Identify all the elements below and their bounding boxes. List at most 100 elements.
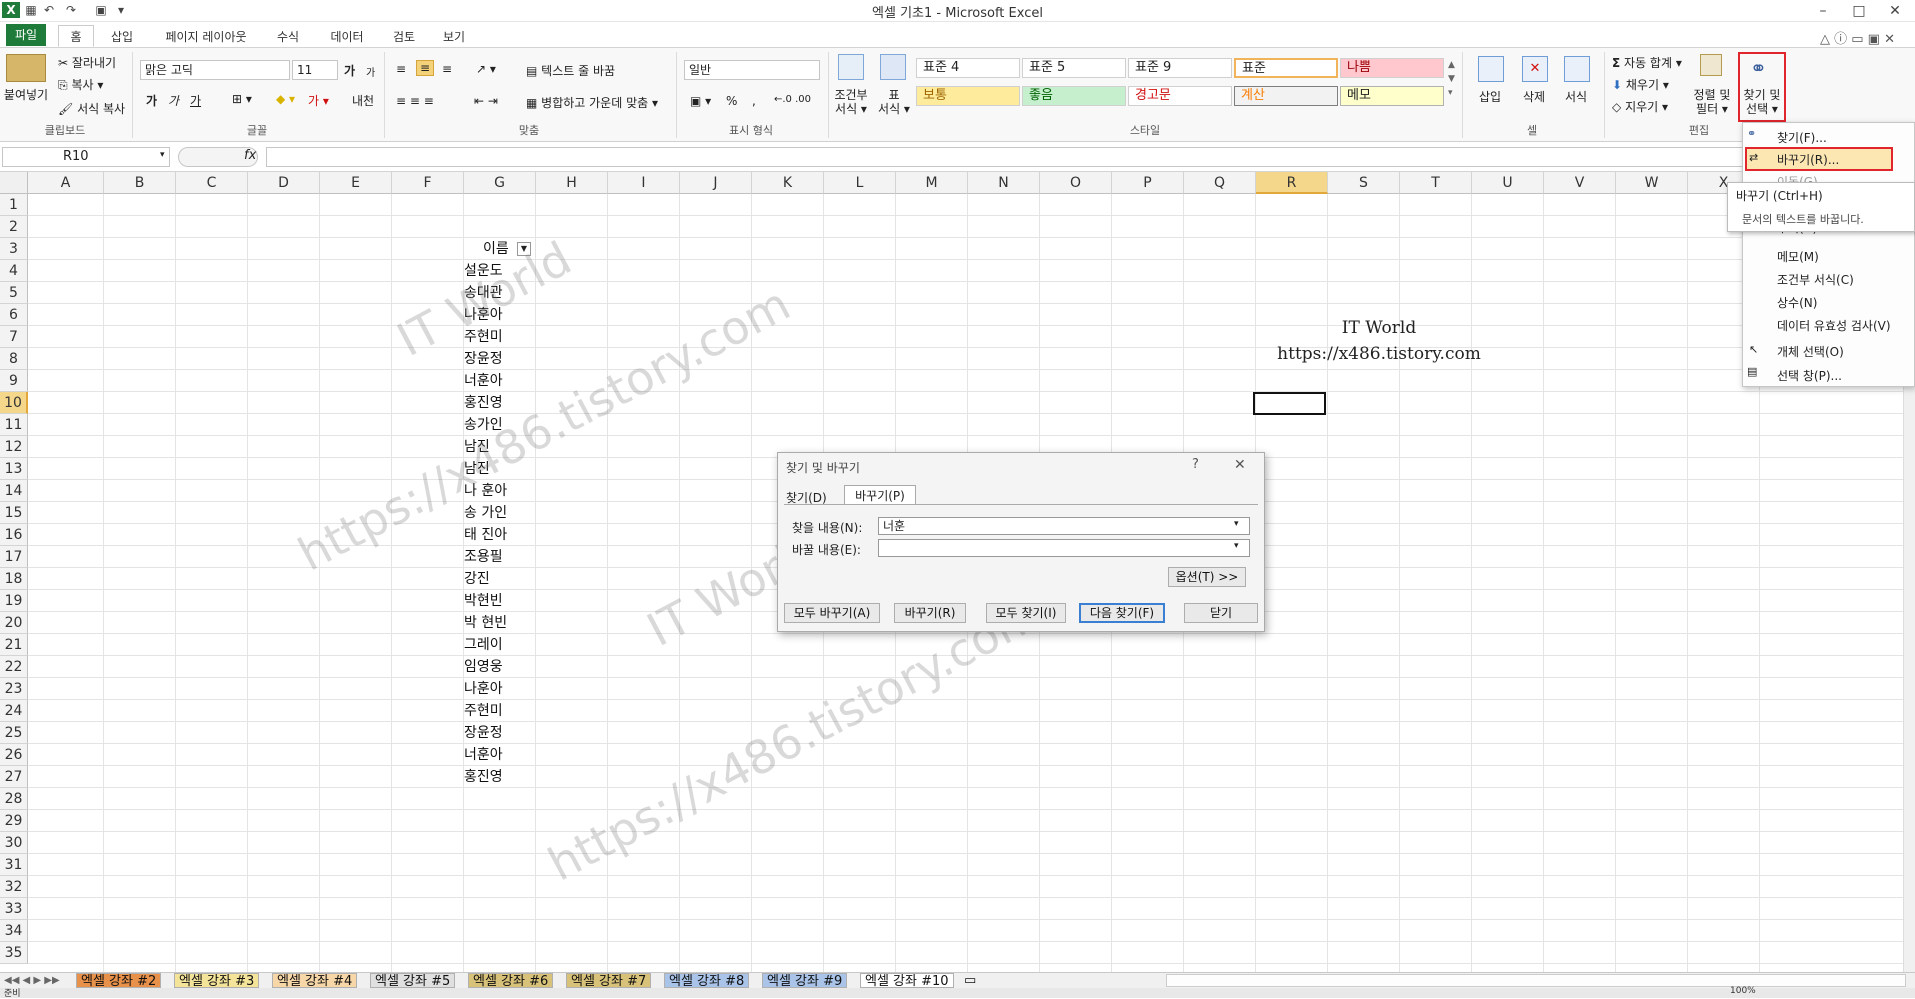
sheet-tab[interactable]: 엑셀 강좌 #2 — [76, 973, 162, 989]
row-header-22[interactable]: 22 — [0, 656, 28, 678]
paste-button[interactable]: 붙여넣기 — [0, 88, 52, 102]
close-window-button[interactable]: ✕ — [1878, 0, 1912, 22]
column-header-b[interactable]: B — [104, 172, 176, 194]
name-cell[interactable]: 박현빈 — [464, 590, 503, 610]
column-header-v[interactable]: V — [1544, 172, 1616, 194]
copy-button[interactable]: ⎘ 복사 ▾ — [58, 76, 103, 93]
row-header-5[interactable]: 5 — [0, 282, 28, 304]
style-warning[interactable]: 경고문 — [1128, 86, 1232, 106]
column-header-i[interactable]: I — [608, 172, 680, 194]
style-normal[interactable]: 표준 — [1234, 58, 1338, 78]
fx-button[interactable]: fx — [244, 148, 256, 163]
column-header-t[interactable]: T — [1400, 172, 1472, 194]
column-header-h[interactable]: H — [536, 172, 608, 194]
row-header-27[interactable]: 27 — [0, 766, 28, 788]
namebox-dropdown-icon[interactable]: ▾ — [160, 150, 165, 160]
sheet-tab[interactable]: 엑셀 강좌 #6 — [468, 973, 554, 989]
column-header-m[interactable]: M — [896, 172, 968, 194]
minimize-button[interactable]: – — [1806, 0, 1840, 22]
row-header-3[interactable]: 3 — [0, 238, 28, 260]
menu-item-select-objects[interactable]: 개체 선택(O) — [1777, 343, 1844, 360]
format-cells-button[interactable]: 서식 — [1556, 90, 1596, 104]
style-neutral[interactable]: 보통 — [916, 86, 1020, 106]
row-header-15[interactable]: 15 — [0, 502, 28, 524]
find-select-button[interactable]: 찾기 및 선택 ▾ — [1738, 88, 1786, 116]
column-header-j[interactable]: J — [680, 172, 752, 194]
tab-page-layout[interactable]: 페이지 레이아웃 — [154, 26, 258, 48]
ribbon-controls-icon[interactable]: △ ⓘ ▭ ▣ ✕ — [1820, 28, 1895, 47]
style-bad[interactable]: 나쁨 — [1340, 58, 1444, 78]
phonetic-button[interactable]: 내천 — [352, 92, 374, 109]
sort-filter-button[interactable]: 정렬 및 필터 ▾ — [1690, 88, 1734, 116]
cut-button[interactable]: ✂ 잘라내기 — [58, 54, 116, 71]
column-header-q[interactable]: Q — [1184, 172, 1256, 194]
number-format-select[interactable]: 일반 — [684, 60, 820, 80]
indent-icon[interactable]: ⇤ ⇥ — [474, 94, 498, 108]
column-header-c[interactable]: C — [176, 172, 248, 194]
row-header-16[interactable]: 16 — [0, 524, 28, 546]
dialog-close-button[interactable]: 닫기 — [1184, 603, 1258, 623]
row-header-13[interactable]: 13 — [0, 458, 28, 480]
column-header-w[interactable]: W — [1616, 172, 1688, 194]
style-normal9[interactable]: 표준 9 — [1128, 58, 1232, 78]
name-header-cell[interactable]: 이름 — [483, 238, 509, 258]
insert-cells-button[interactable]: 삽입 — [1470, 90, 1510, 104]
align-middle-icon[interactable]: ≡ — [416, 60, 435, 76]
menu-item-data-validation[interactable]: 데이터 유효성 검사(V) — [1777, 317, 1891, 334]
sheet-tab[interactable]: 엑셀 강좌 #4 — [272, 973, 358, 989]
row-header-24[interactable]: 24 — [0, 700, 28, 722]
decimal-icon[interactable]: ←.0 .00 — [774, 94, 811, 105]
row-header-21[interactable]: 21 — [0, 634, 28, 656]
name-cell[interactable]: 그레이 — [464, 634, 503, 654]
column-header-s[interactable]: S — [1328, 172, 1400, 194]
name-cell[interactable]: 너훈아 — [464, 744, 503, 764]
menu-item-selection-pane[interactable]: 선택 창(P)... — [1777, 367, 1842, 384]
row-header-23[interactable]: 23 — [0, 678, 28, 700]
name-cell[interactable]: 너훈아 — [464, 370, 503, 390]
menu-item-replace[interactable]: 바꾸기(R)... — [1777, 151, 1839, 168]
name-cell[interactable]: 홍진영 — [464, 766, 503, 786]
row-header-4[interactable]: 4 — [0, 260, 28, 282]
column-header-u[interactable]: U — [1472, 172, 1544, 194]
column-header-d[interactable]: D — [248, 172, 320, 194]
row-header-14[interactable]: 14 — [0, 480, 28, 502]
find-next-button[interactable]: 다음 찾기(F) — [1079, 603, 1165, 623]
row-header-33[interactable]: 33 — [0, 898, 28, 920]
find-dropdown-icon[interactable]: ▾ — [1234, 519, 1239, 529]
row-header-32[interactable]: 32 — [0, 876, 28, 898]
select-all-corner[interactable] — [0, 172, 28, 194]
row-header-17[interactable]: 17 — [0, 546, 28, 568]
name-cell[interactable]: 홍진영 — [464, 392, 503, 412]
column-header-n[interactable]: N — [968, 172, 1040, 194]
border-icon[interactable]: ⊞ ▾ — [232, 92, 252, 106]
tab-view[interactable]: 보기 — [436, 26, 472, 48]
align-left-icon[interactable]: ≡ ≡ ≡ — [396, 94, 434, 108]
row-header-29[interactable]: 29 — [0, 810, 28, 832]
active-cell-r10[interactable] — [1253, 392, 1326, 415]
column-header-f[interactable]: F — [392, 172, 464, 194]
sheet-tab[interactable]: 엑셀 강좌 #8 — [664, 973, 750, 989]
maximize-button[interactable]: □ — [1842, 0, 1876, 22]
align-top-icon[interactable]: ≡ — [396, 62, 406, 76]
dialog-close-icon[interactable]: ✕ — [1234, 457, 1246, 473]
name-cell[interactable]: 태 진아 — [464, 524, 507, 544]
replace-all-button[interactable]: 모두 바꾸기(A) — [784, 603, 880, 623]
column-header-a[interactable]: A — [28, 172, 104, 194]
delete-cells-button[interactable]: 삭제 — [1514, 90, 1554, 104]
style-normal5[interactable]: 표준 5 — [1022, 58, 1126, 78]
menu-item-conditional-format[interactable]: 조건부 서식(C) — [1777, 271, 1854, 288]
conditional-format-button[interactable]: 조건부 서식 ▾ — [826, 88, 876, 116]
replace-dropdown-icon[interactable]: ▾ — [1234, 541, 1239, 551]
tab-data[interactable]: 데이터 — [322, 26, 372, 48]
column-header-r[interactable]: R — [1256, 172, 1328, 194]
name-box[interactable]: R10 — [2, 147, 170, 167]
percent-button[interactable]: % — [726, 94, 737, 108]
font-name-select[interactable]: 맑은 고딕 — [140, 60, 290, 80]
font-size-select[interactable]: 11 — [292, 60, 338, 80]
row-header-8[interactable]: 8 — [0, 348, 28, 370]
autosum-button[interactable]: Σ 자동 합계 ▾ — [1612, 54, 1682, 71]
name-cell[interactable]: 임영웅 — [464, 656, 503, 676]
name-cell[interactable]: 장윤정 — [464, 722, 503, 742]
table-format-button[interactable]: 표 서식 ▾ — [874, 88, 914, 116]
font-color-icon[interactable]: 가 ▾ — [308, 92, 329, 109]
